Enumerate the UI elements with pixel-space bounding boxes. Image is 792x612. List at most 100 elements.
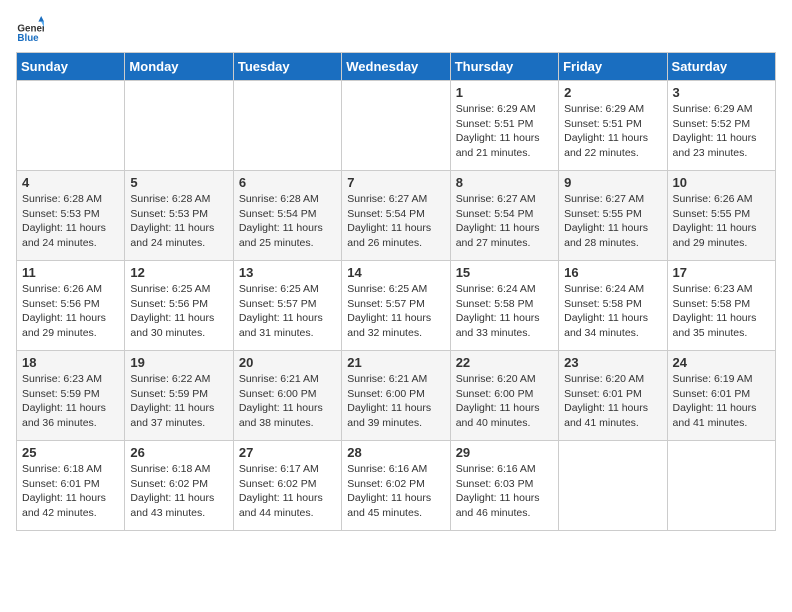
day-info: Sunrise: 6:22 AMSunset: 5:59 PMDaylight:… bbox=[130, 372, 227, 431]
calendar-cell: 14 Sunrise: 6:25 AMSunset: 5:57 PMDayligh… bbox=[342, 261, 450, 351]
day-number: 2 bbox=[564, 85, 661, 100]
calendar-cell: 26Sunrise: 6:18 AMSunset: 6:02 PMDayligh… bbox=[125, 441, 233, 531]
day-number: 22 bbox=[456, 355, 553, 370]
weekday-header-monday: Monday bbox=[125, 53, 233, 81]
calendar-table: SundayMondayTuesdayWednesdayThursdayFrid… bbox=[16, 52, 776, 531]
calendar-cell: 10 Sunrise: 6:26 AMSunset: 5:55 PMDayligh… bbox=[667, 171, 775, 261]
day-number: 18 bbox=[22, 355, 119, 370]
day-number: 3 bbox=[673, 85, 770, 100]
day-number: 8 bbox=[456, 175, 553, 190]
day-info: Sunrise: 6:25 AMSunset: 5:57 PMDaylight:… bbox=[347, 282, 444, 341]
calendar-cell: 25 Sunrise: 6:18 AMSunset: 6:01 PMDayligh… bbox=[17, 441, 125, 531]
weekday-header-wednesday: Wednesday bbox=[342, 53, 450, 81]
calendar-cell bbox=[559, 441, 667, 531]
calendar-cell: 5 Sunrise: 6:28 AMSunset: 5:53 PMDaylight… bbox=[125, 171, 233, 261]
calendar-week-row: 18 Sunrise: 6:23 AMSunset: 5:59 PMDayligh… bbox=[17, 351, 776, 441]
day-number: 12 bbox=[130, 265, 227, 280]
calendar-week-row: 25 Sunrise: 6:18 AMSunset: 6:01 PMDayligh… bbox=[17, 441, 776, 531]
day-info: Sunrise: 6:17 AMSunset: 6:02 PMDaylight:… bbox=[239, 462, 336, 521]
day-number: 15 bbox=[456, 265, 553, 280]
day-number: 16 bbox=[564, 265, 661, 280]
calendar-cell: 16 Sunrise: 6:24 AMSunset: 5:58 PMDayligh… bbox=[559, 261, 667, 351]
calendar-cell: 6 Sunrise: 6:28 AMSunset: 5:54 PMDaylight… bbox=[233, 171, 341, 261]
day-number: 26 bbox=[130, 445, 227, 460]
day-number: 5 bbox=[130, 175, 227, 190]
weekday-header-sunday: Sunday bbox=[17, 53, 125, 81]
day-info: Sunrise: 6:26 AMSunset: 5:56 PMDaylight:… bbox=[22, 282, 119, 341]
weekday-header-row: SundayMondayTuesdayWednesdayThursdayFrid… bbox=[17, 53, 776, 81]
day-number: 17 bbox=[673, 265, 770, 280]
day-info: Sunrise: 6:23 AMSunset: 5:59 PMDaylight:… bbox=[22, 372, 119, 431]
calendar-cell: 8 Sunrise: 6:27 AMSunset: 5:54 PMDaylight… bbox=[450, 171, 558, 261]
day-info: Sunrise: 6:16 AMSunset: 6:03 PMDaylight:… bbox=[456, 462, 553, 521]
logo: General Blue bbox=[16, 16, 48, 44]
day-info: Sunrise: 6:20 AMSunset: 6:01 PMDaylight:… bbox=[564, 372, 661, 431]
calendar-cell: 20 Sunrise: 6:21 AMSunset: 6:00 PMDayligh… bbox=[233, 351, 341, 441]
calendar-cell: 9 Sunrise: 6:27 AMSunset: 5:55 PMDaylight… bbox=[559, 171, 667, 261]
day-number: 1 bbox=[456, 85, 553, 100]
calendar-week-row: 11 Sunrise: 6:26 AMSunset: 5:56 PMDayligh… bbox=[17, 261, 776, 351]
day-info: Sunrise: 6:19 AMSunset: 6:01 PMDaylight:… bbox=[673, 372, 770, 431]
day-info: Sunrise: 6:29 AMSunset: 5:51 PMDaylight:… bbox=[564, 102, 661, 161]
day-number: 10 bbox=[673, 175, 770, 190]
day-number: 28 bbox=[347, 445, 444, 460]
day-info: Sunrise: 6:29 AMSunset: 5:52 PMDaylight:… bbox=[673, 102, 770, 161]
calendar-cell bbox=[233, 81, 341, 171]
svg-text:Blue: Blue bbox=[17, 33, 39, 44]
weekday-header-thursday: Thursday bbox=[450, 53, 558, 81]
day-number: 13 bbox=[239, 265, 336, 280]
day-info: Sunrise: 6:27 AMSunset: 5:54 PMDaylight:… bbox=[456, 192, 553, 251]
day-number: 25 bbox=[22, 445, 119, 460]
day-info: Sunrise: 6:21 AMSunset: 6:00 PMDaylight:… bbox=[239, 372, 336, 431]
calendar-cell: 2 Sunrise: 6:29 AMSunset: 5:51 PMDaylight… bbox=[559, 81, 667, 171]
weekday-header-saturday: Saturday bbox=[667, 53, 775, 81]
day-info: Sunrise: 6:24 AMSunset: 5:58 PMDaylight:… bbox=[456, 282, 553, 341]
day-info: Sunrise: 6:27 AMSunset: 5:55 PMDaylight:… bbox=[564, 192, 661, 251]
day-info: Sunrise: 6:28 AMSunset: 5:54 PMDaylight:… bbox=[239, 192, 336, 251]
calendar-cell: 18 Sunrise: 6:23 AMSunset: 5:59 PMDayligh… bbox=[17, 351, 125, 441]
calendar-cell: 17 Sunrise: 6:23 AMSunset: 5:58 PMDayligh… bbox=[667, 261, 775, 351]
day-info: Sunrise: 6:26 AMSunset: 5:55 PMDaylight:… bbox=[673, 192, 770, 251]
calendar-cell: 22 Sunrise: 6:20 AMSunset: 6:00 PMDayligh… bbox=[450, 351, 558, 441]
day-number: 4 bbox=[22, 175, 119, 190]
day-info: Sunrise: 6:29 AMSunset: 5:51 PMDaylight:… bbox=[456, 102, 553, 161]
calendar-cell bbox=[125, 81, 233, 171]
day-info: Sunrise: 6:27 AMSunset: 5:54 PMDaylight:… bbox=[347, 192, 444, 251]
calendar-week-row: 4 Sunrise: 6:28 AMSunset: 5:53 PMDaylight… bbox=[17, 171, 776, 261]
day-number: 23 bbox=[564, 355, 661, 370]
day-number: 20 bbox=[239, 355, 336, 370]
day-info: Sunrise: 6:18 AMSunset: 6:01 PMDaylight:… bbox=[22, 462, 119, 521]
calendar-cell: 19Sunrise: 6:22 AMSunset: 5:59 PMDayligh… bbox=[125, 351, 233, 441]
calendar-cell bbox=[667, 441, 775, 531]
day-info: Sunrise: 6:25 AMSunset: 5:56 PMDaylight:… bbox=[130, 282, 227, 341]
calendar-cell: 23 Sunrise: 6:20 AMSunset: 6:01 PMDayligh… bbox=[559, 351, 667, 441]
calendar-week-row: 1 Sunrise: 6:29 AMSunset: 5:51 PMDaylight… bbox=[17, 81, 776, 171]
calendar-cell: 28Sunrise: 6:16 AMSunset: 6:02 PMDayligh… bbox=[342, 441, 450, 531]
day-number: 7 bbox=[347, 175, 444, 190]
calendar-cell: 4 Sunrise: 6:28 AMSunset: 5:53 PMDaylight… bbox=[17, 171, 125, 261]
day-number: 29 bbox=[456, 445, 553, 460]
calendar-cell: 11 Sunrise: 6:26 AMSunset: 5:56 PMDayligh… bbox=[17, 261, 125, 351]
day-number: 27 bbox=[239, 445, 336, 460]
day-number: 24 bbox=[673, 355, 770, 370]
day-info: Sunrise: 6:20 AMSunset: 6:00 PMDaylight:… bbox=[456, 372, 553, 431]
day-number: 6 bbox=[239, 175, 336, 190]
page-header: General Blue bbox=[16, 16, 776, 44]
day-info: Sunrise: 6:25 AMSunset: 5:57 PMDaylight:… bbox=[239, 282, 336, 341]
day-number: 9 bbox=[564, 175, 661, 190]
day-info: Sunrise: 6:28 AMSunset: 5:53 PMDaylight:… bbox=[130, 192, 227, 251]
calendar-cell: 24 Sunrise: 6:19 AMSunset: 6:01 PMDayligh… bbox=[667, 351, 775, 441]
calendar-cell: 27 Sunrise: 6:17 AMSunset: 6:02 PMDayligh… bbox=[233, 441, 341, 531]
day-info: Sunrise: 6:23 AMSunset: 5:58 PMDaylight:… bbox=[673, 282, 770, 341]
calendar-cell: 21Sunrise: 6:21 AMSunset: 6:00 PMDayligh… bbox=[342, 351, 450, 441]
calendar-cell bbox=[342, 81, 450, 171]
calendar-cell: 7 Sunrise: 6:27 AMSunset: 5:54 PMDaylight… bbox=[342, 171, 450, 261]
logo-icon: General Blue bbox=[16, 16, 44, 44]
day-info: Sunrise: 6:24 AMSunset: 5:58 PMDaylight:… bbox=[564, 282, 661, 341]
calendar-cell: 13 Sunrise: 6:25 AMSunset: 5:57 PMDayligh… bbox=[233, 261, 341, 351]
day-info: Sunrise: 6:21 AMSunset: 6:00 PMDaylight:… bbox=[347, 372, 444, 431]
day-info: Sunrise: 6:28 AMSunset: 5:53 PMDaylight:… bbox=[22, 192, 119, 251]
calendar-cell bbox=[17, 81, 125, 171]
day-number: 14 bbox=[347, 265, 444, 280]
day-number: 11 bbox=[22, 265, 119, 280]
